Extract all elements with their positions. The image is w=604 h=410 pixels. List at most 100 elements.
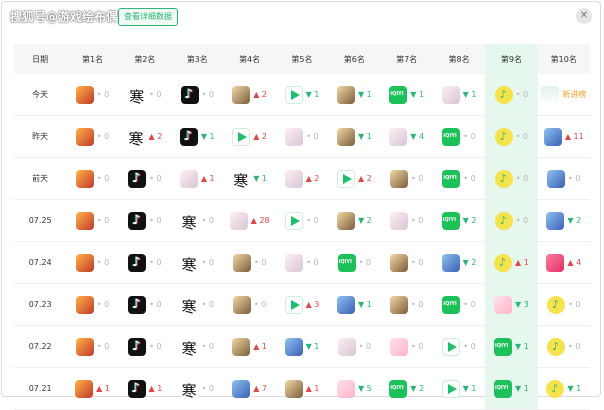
rank-cell[interactable]: ▲ 2 bbox=[328, 158, 380, 199]
rank-cell[interactable]: ▲ 7 bbox=[223, 368, 275, 409]
close-icon[interactable]: ✕ bbox=[576, 8, 592, 24]
rank-cell[interactable]: ▲ 4 bbox=[538, 242, 590, 283]
rank-cell[interactable]: • 0 bbox=[171, 242, 223, 283]
rank-cell[interactable]: ▲ 1 bbox=[276, 368, 328, 409]
rank-cell[interactable]: • 0 bbox=[171, 326, 223, 367]
rank-change: • 0 bbox=[96, 300, 110, 309]
rank-cell[interactable]: ▼ 2 bbox=[328, 200, 380, 241]
rank-cell[interactable]: • 0 bbox=[538, 284, 590, 325]
rank-cell[interactable]: ▼ 3 bbox=[485, 284, 538, 325]
rank-cell[interactable]: ▲ 2 bbox=[223, 74, 275, 115]
rank-cell[interactable]: • 0 bbox=[119, 158, 171, 199]
rank-cell[interactable]: ▲ 28 bbox=[223, 200, 275, 241]
rank-cell[interactable]: ▼ 1 bbox=[485, 326, 538, 367]
rank-cell[interactable]: • 0 bbox=[433, 326, 485, 367]
rank-cell[interactable]: ▲ 2 bbox=[223, 116, 275, 157]
rank-cell[interactable]: • 0 bbox=[328, 242, 380, 283]
rank-cell[interactable]: • 0 bbox=[119, 242, 171, 283]
rank-cell[interactable]: ▼ 1 bbox=[538, 368, 590, 409]
rank-cell[interactable]: • 0 bbox=[328, 326, 380, 367]
rank-cell[interactable]: ▲ 1 bbox=[171, 158, 223, 199]
rank-cell[interactable]: • 0 bbox=[381, 242, 433, 283]
rank-cell[interactable]: • 0 bbox=[66, 74, 118, 115]
row-date: 昨天 bbox=[32, 132, 49, 141]
rank-cell[interactable]: • 0 bbox=[119, 284, 171, 325]
rank-cell[interactable]: ▲ 1 bbox=[223, 326, 275, 367]
rank-cell[interactable]: • 0 bbox=[66, 158, 118, 199]
rank-cell[interactable]: ▼ 1 bbox=[328, 74, 380, 115]
rank-cell[interactable]: • 0 bbox=[485, 116, 538, 157]
rank-cell[interactable]: ▲ 3 bbox=[276, 284, 328, 325]
rank-cell[interactable]: ▼ 1 bbox=[328, 284, 380, 325]
rank-cell[interactable]: • 0 bbox=[381, 284, 433, 325]
header-cell: 第4名 bbox=[239, 54, 261, 64]
rank-cell[interactable]: ▲ 1 bbox=[119, 368, 171, 409]
rank-cell[interactable]: ▼ 2 bbox=[381, 368, 433, 409]
rank-cell[interactable]: ▼ 2 bbox=[538, 200, 590, 241]
rank-cell[interactable]: • 0 bbox=[119, 326, 171, 367]
rank-cell[interactable]: • 0 bbox=[538, 158, 590, 199]
anime-blue-icon bbox=[543, 127, 562, 146]
rank-cell[interactable]: • 0 bbox=[119, 74, 171, 115]
rank-cell[interactable]: ▼ 1 bbox=[276, 326, 328, 367]
genshin-icon bbox=[390, 169, 409, 188]
rank-cell[interactable]: • 0 bbox=[381, 158, 433, 199]
header-cell: 第6名 bbox=[343, 54, 365, 64]
rank-cell[interactable]: • 0 bbox=[223, 284, 275, 325]
rank-cell[interactable]: ▲ 2 bbox=[276, 158, 328, 199]
rank-cell[interactable]: ▼ 1 bbox=[328, 116, 380, 157]
rank-cell[interactable]: ▲ 2 bbox=[119, 116, 171, 157]
rank-cell[interactable]: • 0 bbox=[171, 74, 223, 115]
rank-cell[interactable]: • 0 bbox=[66, 200, 118, 241]
rank-cell[interactable]: 新进榜 bbox=[538, 74, 590, 115]
view-details-button[interactable]: 查看详细数据 bbox=[118, 8, 178, 26]
rank-cell[interactable]: • 0 bbox=[433, 158, 485, 199]
rank-cell[interactable]: • 0 bbox=[171, 368, 223, 409]
genshin-icon bbox=[232, 85, 251, 104]
genshin-icon bbox=[232, 295, 251, 314]
rank-cell[interactable]: • 0 bbox=[485, 200, 538, 241]
rank-cell[interactable]: • 0 bbox=[538, 326, 590, 367]
qq-music-icon bbox=[494, 211, 513, 230]
rank-cell[interactable]: • 0 bbox=[485, 74, 538, 115]
rank-cell[interactable]: ▼ 4 bbox=[381, 116, 433, 157]
rank-cell[interactable]: • 0 bbox=[433, 116, 485, 157]
anime-girl-icon bbox=[285, 253, 304, 272]
rank-cell[interactable]: • 0 bbox=[66, 242, 118, 283]
rank-cell[interactable]: ▼ 1 bbox=[433, 74, 485, 115]
rank-cell[interactable]: • 0 bbox=[381, 326, 433, 367]
rank-cell[interactable]: ▼ 1 bbox=[276, 74, 328, 115]
rank-cell[interactable]: • 0 bbox=[433, 284, 485, 325]
rank-cell[interactable]: • 0 bbox=[381, 200, 433, 241]
rank-cell[interactable]: • 0 bbox=[276, 200, 328, 241]
rank-cell[interactable]: • 0 bbox=[66, 116, 118, 157]
rank-cell[interactable]: ▼ 2 bbox=[433, 242, 485, 283]
ink-game-icon bbox=[180, 295, 199, 317]
rank-cell[interactable]: • 0 bbox=[276, 116, 328, 157]
rank-change: ▲ 2 bbox=[305, 174, 320, 183]
rank-cell[interactable]: ▼ 1 bbox=[171, 116, 223, 157]
douyin-icon bbox=[128, 253, 147, 272]
rank-cell[interactable]: • 0 bbox=[171, 284, 223, 325]
rank-cell[interactable]: • 0 bbox=[485, 158, 538, 199]
rank-cell[interactable]: • 0 bbox=[66, 284, 118, 325]
rank-cell[interactable]: ▼ 5 bbox=[328, 368, 380, 409]
rank-cell[interactable]: • 0 bbox=[66, 326, 118, 367]
rank-cell[interactable]: ▼ 1 bbox=[485, 368, 538, 409]
tencent-video-icon bbox=[284, 85, 303, 104]
rank-cell[interactable]: ▲ 11 bbox=[538, 116, 590, 157]
honor-of-kings-icon bbox=[75, 211, 94, 230]
rank-change: ▼ 1 bbox=[200, 132, 215, 141]
rank-cell[interactable]: • 0 bbox=[119, 200, 171, 241]
rank-cell[interactable]: ▼ 1 bbox=[381, 74, 433, 115]
rank-cell[interactable]: ▼ 1 bbox=[433, 368, 485, 409]
rank-change: ▼ 2 bbox=[567, 216, 582, 225]
rank-cell[interactable]: • 0 bbox=[171, 200, 223, 241]
rank-cell[interactable]: • 0 bbox=[276, 242, 328, 283]
rank-cell[interactable]: • 0 bbox=[223, 242, 275, 283]
rank-cell[interactable]: ▲ 1 bbox=[485, 242, 538, 283]
rank-cell[interactable]: ▼ 2 bbox=[433, 200, 485, 241]
rank-cell[interactable]: ▲ 1 bbox=[66, 368, 118, 409]
rank-cell[interactable]: ▼ 1 bbox=[223, 158, 275, 199]
rank-change: • 0 bbox=[463, 300, 476, 309]
